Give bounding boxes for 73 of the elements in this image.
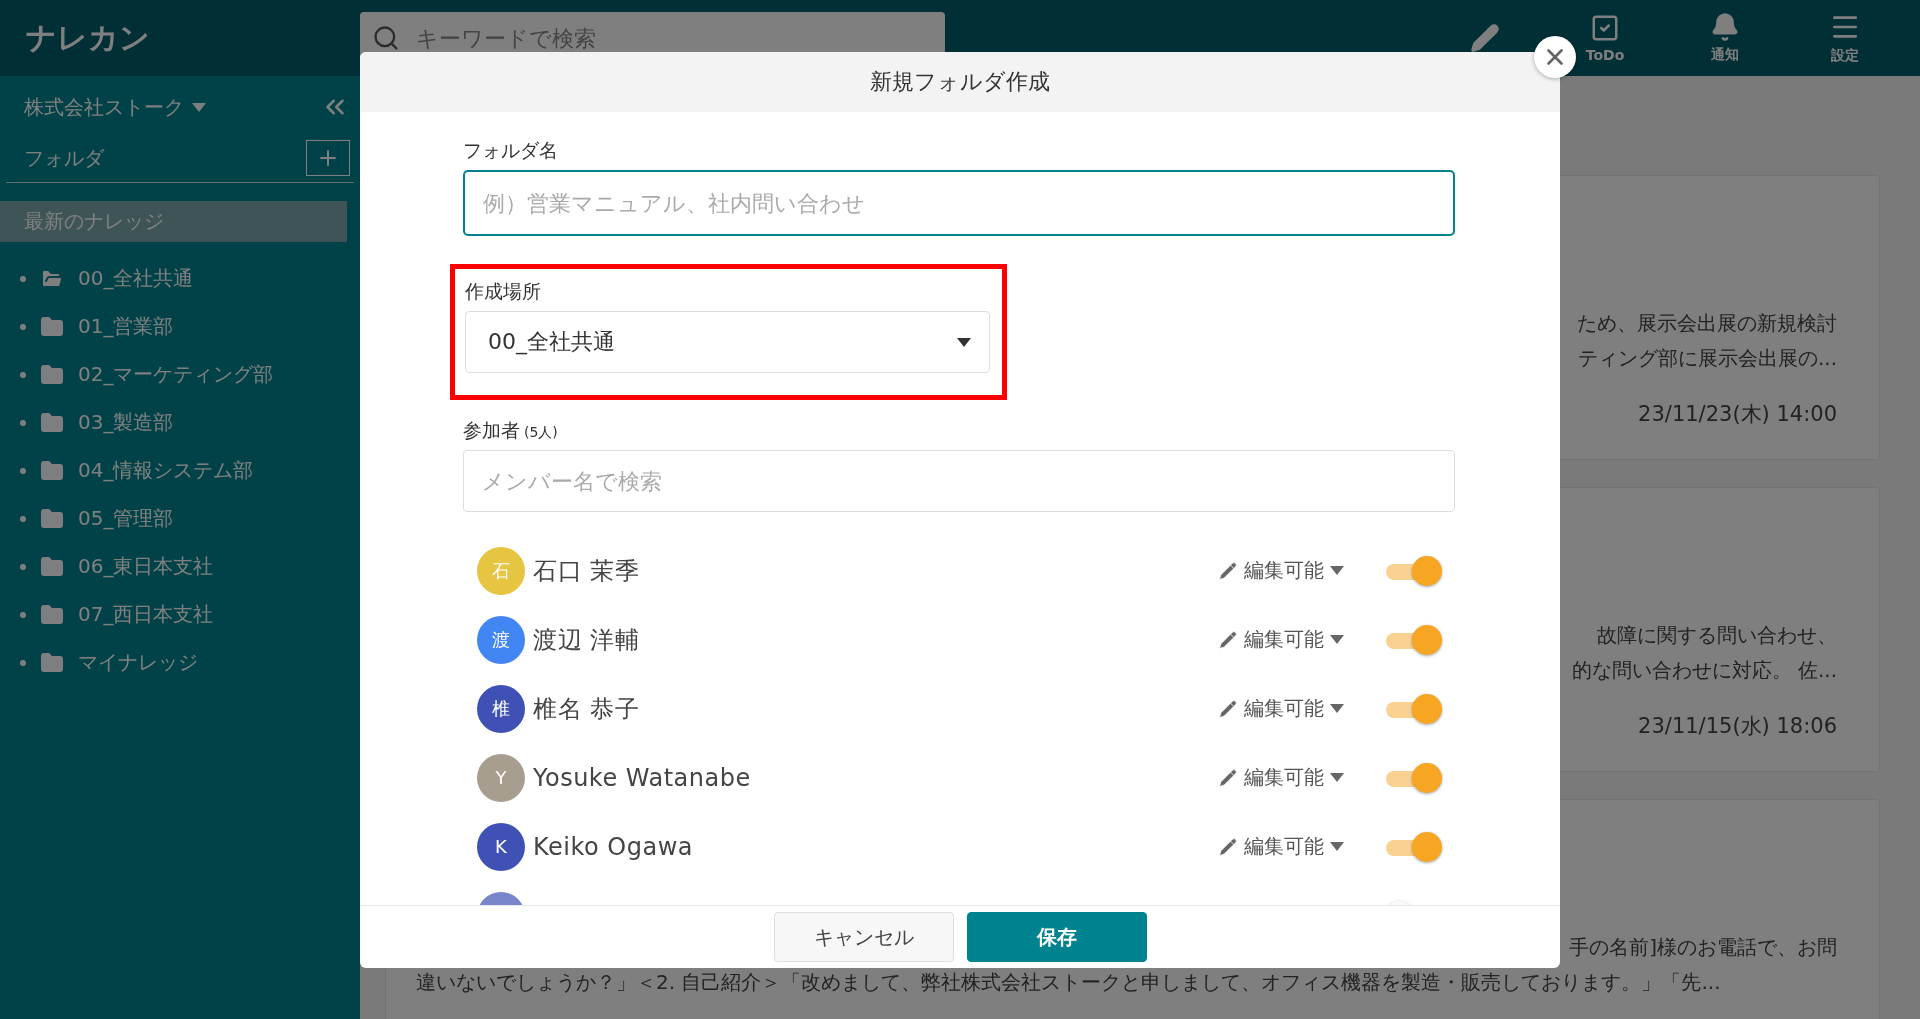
member-name: Yosuke Watanabe — [533, 763, 751, 792]
permission-dropdown[interactable]: 編集可能 — [1218, 764, 1344, 791]
card-excerpt: 手の名前]様のお電話で、お問 — [1569, 934, 1837, 961]
pencil-icon — [1218, 629, 1238, 650]
avatar: 渡 — [477, 615, 525, 664]
notifications-button[interactable]: 通知 — [1690, 12, 1760, 64]
bullet-icon — [20, 611, 26, 618]
caret-icon — [1330, 566, 1344, 575]
avatar: 椎 — [477, 684, 525, 733]
section-heading: フォルダ — [24, 144, 104, 172]
save-button[interactable]: 保存 — [966, 912, 1147, 962]
bullet-icon — [20, 467, 26, 474]
permission-dropdown[interactable]: 編集可能 — [1218, 695, 1344, 722]
card-date: 23/11/15(水) 18:06 — [1637, 713, 1837, 740]
folder-link[interactable]: 06_東日本支社 — [78, 553, 214, 580]
member-name: 渡辺 洋輔 — [533, 624, 640, 656]
avatar: K — [477, 822, 525, 871]
bullet-icon — [20, 323, 26, 330]
folder-name-field[interactable]: 例）営業マニュアル、社内問い合わせ — [463, 170, 1455, 236]
settings-button[interactable]: 設定 — [1810, 11, 1880, 65]
member-name: 石口 茉季 — [533, 555, 640, 587]
company-selector[interactable]: 株式会社ストーク — [24, 93, 206, 121]
bullet-icon — [20, 371, 26, 378]
permission-dropdown[interactable]: 編集可能 — [1218, 557, 1344, 584]
caret-icon — [1330, 842, 1344, 851]
participant-count: (5人) — [524, 424, 558, 442]
bullet-icon — [20, 659, 26, 666]
card-excerpt: ティング部に展示会出展の... — [1577, 345, 1837, 372]
folder-link[interactable]: 00_全社共通 — [78, 265, 194, 292]
card-excerpt: 違いないでしょうか？」＜2. 自己紹介＞「改めまして、弊社株式会社ストークと申しまして、オフィス機器を製造・販売しております。」「先... — [416, 969, 1721, 996]
pencil-icon — [1218, 560, 1238, 581]
location-select[interactable]: 00_全社共通 — [465, 311, 990, 373]
folder-link[interactable]: 04_情報システム部 — [78, 457, 254, 484]
dialog-title: 新規フォルダ作成 — [870, 68, 1050, 96]
card-date: 23/11/23(木) 14:00 — [1637, 401, 1837, 428]
card-excerpt: 故障に関する問い合わせ、 — [1597, 622, 1837, 649]
cancel-button[interactable]: キャンセル — [773, 912, 954, 962]
bullet-icon — [20, 515, 26, 522]
folder-link[interactable]: 01_営業部 — [78, 313, 174, 340]
pencil-icon — [1218, 698, 1238, 719]
search-field[interactable]: キーワードで検索 — [414, 24, 945, 52]
member-name: 椎名 恭子 — [533, 693, 640, 725]
member-search-field[interactable]: メンバー名で検索 — [463, 450, 1455, 512]
field-label: 参加者 — [463, 418, 520, 443]
card-excerpt: 的な問い合わせに対応。 佐... — [1571, 657, 1837, 684]
avatar: 石 — [477, 546, 525, 595]
folder-link[interactable]: 02_マーケティング部 — [78, 361, 274, 388]
card-excerpt: ため、展示会出展の新規検討 — [1577, 310, 1837, 337]
bell-icon — [1710, 12, 1740, 42]
pencil-icon — [1218, 836, 1238, 857]
search-icon — [372, 24, 400, 52]
field-label: 作成場所 — [465, 279, 542, 304]
sidebar-nav-item[interactable]: 最新のナレッジ — [0, 201, 347, 242]
folder-link[interactable]: 07_西日本支社 — [78, 601, 214, 628]
field-label: フォルダ名 — [463, 138, 559, 163]
checkbox-icon — [1590, 13, 1620, 43]
bullet-icon — [20, 275, 26, 282]
folder-link[interactable]: 03_製造部 — [78, 409, 174, 436]
permission-dropdown[interactable]: 編集可能 — [1218, 833, 1344, 860]
caret-icon — [1330, 704, 1344, 713]
add-folder-button[interactable] — [306, 140, 350, 176]
member-name: Keiko Ogawa — [533, 832, 693, 861]
permission-dropdown[interactable]: 編集可能 — [1218, 626, 1344, 653]
avatar: Y — [477, 753, 525, 802]
pencil-icon — [1218, 767, 1238, 788]
bullet-icon — [20, 419, 26, 426]
folder-link[interactable]: 05_管理部 — [78, 505, 174, 532]
folder-link[interactable]: マイナレッジ — [78, 649, 198, 676]
caret-icon — [957, 337, 971, 347]
caret-icon — [192, 102, 206, 112]
bullet-icon — [20, 563, 26, 570]
app-logo: ナレカン — [26, 18, 150, 57]
caret-icon — [1330, 635, 1344, 644]
